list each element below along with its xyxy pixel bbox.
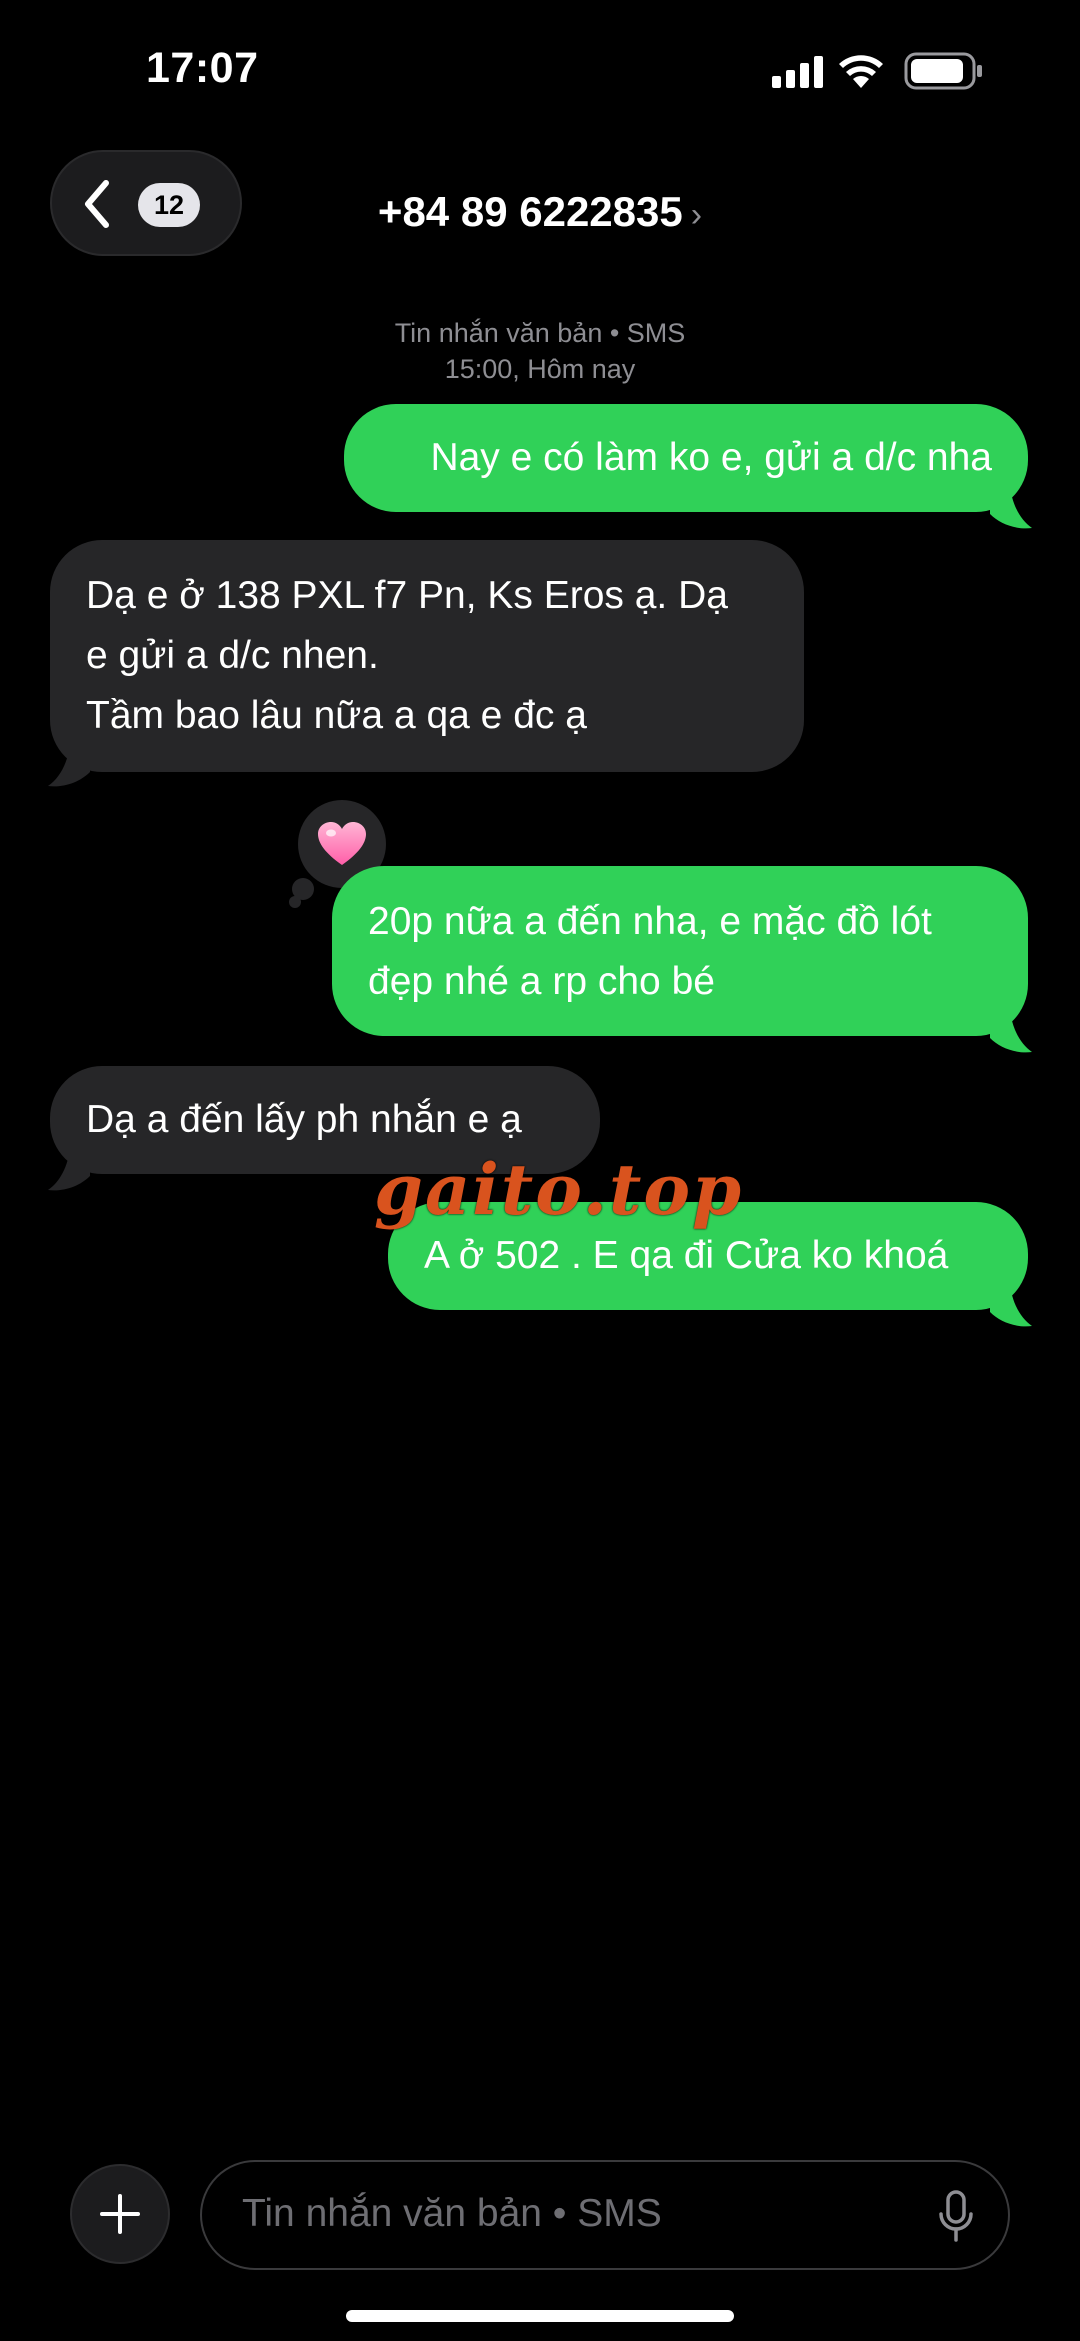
- add-attachment-button[interactable]: [70, 2164, 170, 2264]
- wifi-icon: [839, 55, 883, 88]
- status-time: 17:07: [146, 44, 259, 92]
- bubble-tail: [990, 1284, 1032, 1327]
- plus-icon: [100, 2194, 140, 2234]
- heart-icon: [318, 822, 366, 865]
- tapback-dot: [292, 878, 314, 900]
- thread-type-label: Tin nhắn văn bản • SMS: [394, 318, 686, 348]
- message-input[interactable]: Tin nhắn văn bản • SMS: [200, 2160, 1010, 2270]
- contact-number: +84 89 6222835: [377, 188, 683, 235]
- message-bubble-incoming[interactable]: Dạ e ở 138 PXL f7 Pn, Ks Eros ạ. Dạ e gử…: [50, 540, 804, 772]
- status-icons: [684, 52, 984, 92]
- bubble-tail: [48, 744, 90, 787]
- microphone-icon[interactable]: [938, 2190, 974, 2244]
- contact-chevron-icon: ›: [690, 196, 703, 234]
- battery-icon: [904, 52, 982, 90]
- input-placeholder: Tin nhắn văn bản • SMS: [242, 2192, 662, 2235]
- watermark: gaito.top: [374, 1148, 744, 1231]
- bubble-tail: [48, 1148, 90, 1191]
- messages-screen: 17:07 12 +84 89 6222835 › Tin nhắn văn bả…: [0, 0, 1080, 2341]
- home-indicator[interactable]: [346, 2310, 734, 2322]
- message-bubble-outgoing[interactable]: 20p nữa a đến nha, e mặc đồ lót đẹp nhé …: [332, 866, 1028, 1036]
- message-bubble-outgoing[interactable]: Nay e có làm ko e, gửi a d/c nha: [344, 404, 1028, 512]
- cellular-signal-icon: [772, 56, 823, 88]
- bubble-tail: [990, 1010, 1032, 1053]
- contact-title[interactable]: +84 89 6222835 ›: [0, 188, 1080, 236]
- bubble-tail: [990, 486, 1032, 529]
- thread-timestamp: 15:00, Hôm nay: [444, 354, 636, 384]
